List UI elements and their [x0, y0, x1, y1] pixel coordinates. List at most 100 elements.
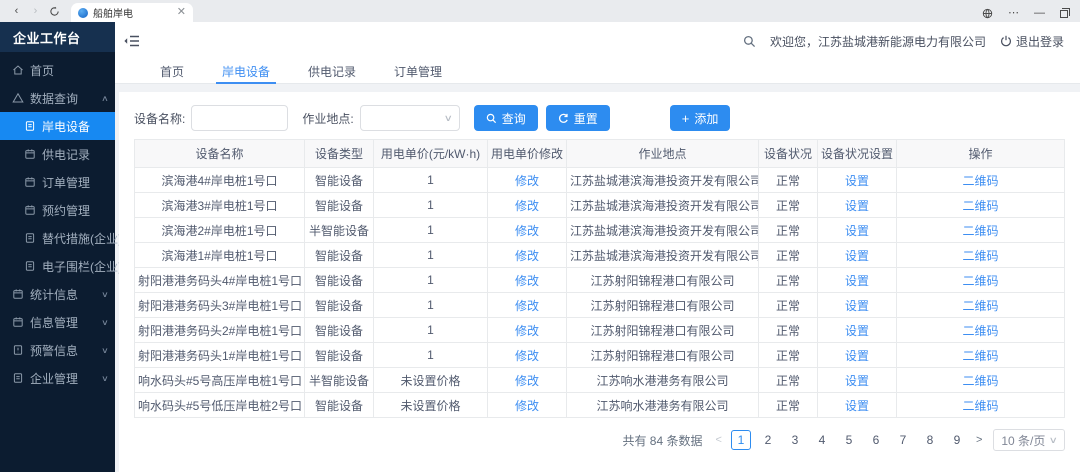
table-row: 滨海港2#岸电桩1号口半智能设备1修改江苏盐城港滨海港投资开发有限公司正常设置二…	[135, 218, 1065, 243]
qrcode-link[interactable]: 二维码	[962, 374, 998, 388]
set-link[interactable]: 设置	[845, 199, 869, 213]
minimize-icon[interactable]: —	[1034, 8, 1045, 19]
globe-icon[interactable]	[982, 8, 993, 19]
cell-price-modify: 修改	[488, 368, 567, 393]
qrcode-link[interactable]: 二维码	[962, 224, 998, 238]
sidebar-subitem-订单管理[interactable]: 订单管理	[0, 168, 115, 196]
sidebar-item-信息管理[interactable]: 信息管理∨	[0, 308, 115, 336]
cell-device-name: 响水码头#5号高压岸电桩1号口	[135, 368, 305, 393]
page-number-1[interactable]: 1	[731, 430, 751, 450]
cell-device-name: 射阳港港务码头3#岸电桩1号口	[135, 293, 305, 318]
sidebar-subitem-岸电设备[interactable]: 岸电设备	[0, 112, 115, 140]
page-number-6[interactable]: 6	[866, 430, 886, 450]
qrcode-link[interactable]: 二维码	[962, 249, 998, 263]
prev-page-icon[interactable]: <	[714, 434, 724, 446]
qrcode-link[interactable]: 二维码	[962, 299, 998, 313]
page-size-select[interactable]: 10 条/页 ∨	[993, 429, 1065, 451]
set-link[interactable]: 设置	[845, 249, 869, 263]
browser-forward-icon[interactable]: ›	[27, 3, 44, 20]
modify-link[interactable]: 修改	[515, 349, 539, 363]
column-header: 作业地点	[567, 140, 759, 168]
sidebar-subitem-预约管理[interactable]: 预约管理	[0, 196, 115, 224]
tab-首页[interactable]: 首页	[150, 60, 194, 83]
modify-link[interactable]: 修改	[515, 399, 539, 413]
cell-status: 正常	[759, 243, 818, 268]
browser-reload-icon[interactable]	[46, 3, 63, 20]
tab-供电记录[interactable]: 供电记录	[298, 60, 366, 83]
sidebar-item-数据查询[interactable]: 数据查询∧	[0, 84, 115, 112]
browser-tab[interactable]: 船舶岸电 ✕	[71, 3, 193, 22]
logout-button[interactable]: 退出登录	[1000, 33, 1064, 50]
set-link[interactable]: 设置	[845, 224, 869, 238]
location-select[interactable]: ∨	[360, 105, 460, 131]
device-table: 设备名称设备类型用电单价(元/kW·h)用电单价修改作业地点设备状况设备状况设置…	[134, 139, 1065, 418]
browser-back-icon[interactable]: ‹	[8, 3, 25, 20]
page-number-2[interactable]: 2	[758, 430, 778, 450]
qrcode-link[interactable]: 二维码	[962, 199, 998, 213]
modify-link[interactable]: 修改	[515, 174, 539, 188]
site-favicon	[78, 8, 88, 18]
chevron-down-icon: ∨	[444, 113, 453, 124]
tab-岸电设备[interactable]: 岸电设备	[212, 60, 280, 83]
cell-status-set: 设置	[818, 343, 897, 368]
sidebar-subitem-label: 预约管理	[42, 202, 90, 219]
sidebar-item-首页[interactable]: 首页	[0, 56, 115, 84]
cell-status-set: 设置	[818, 168, 897, 193]
set-link[interactable]: 设置	[845, 324, 869, 338]
set-link[interactable]: 设置	[845, 299, 869, 313]
modify-link[interactable]: 修改	[515, 274, 539, 288]
cell-device-name: 滨海港1#岸电桩1号口	[135, 243, 305, 268]
cell-device-type: 半智能设备	[305, 218, 374, 243]
sidebar-subitem-替代措施(企业)[interactable]: 替代措施(企业)	[0, 224, 115, 252]
qrcode-link[interactable]: 二维码	[962, 324, 998, 338]
page-number-9[interactable]: 9	[947, 430, 967, 450]
set-link[interactable]: 设置	[845, 399, 869, 413]
sidebar-fold-icon[interactable]	[123, 34, 140, 48]
cell-device-name: 射阳港港务码头4#岸电桩1号口	[135, 268, 305, 293]
add-button[interactable]: + 添加	[670, 105, 731, 131]
modify-link[interactable]: 修改	[515, 224, 539, 238]
cell-price: 1	[374, 168, 488, 193]
modify-link[interactable]: 修改	[515, 199, 539, 213]
home-icon	[12, 64, 24, 76]
top-header: 欢迎您，江苏盐城港新能源电力有限公司 退出登录	[115, 22, 1080, 60]
set-link[interactable]: 设置	[845, 374, 869, 388]
qrcode-link[interactable]: 二维码	[962, 349, 998, 363]
qrcode-link[interactable]: 二维码	[962, 274, 998, 288]
search-icon[interactable]	[743, 35, 756, 48]
modify-link[interactable]: 修改	[515, 299, 539, 313]
plus-icon: +	[682, 112, 690, 125]
cell-price: 未设置价格	[374, 368, 488, 393]
set-link[interactable]: 设置	[845, 349, 869, 363]
sidebar-item-企业管理[interactable]: 企业管理∨	[0, 364, 115, 392]
page-number-4[interactable]: 4	[812, 430, 832, 450]
sidebar-subitem-电子围栏(企业)[interactable]: 电子围栏(企业)	[0, 252, 115, 280]
qrcode-link[interactable]: 二维码	[962, 399, 998, 413]
tab-close-icon[interactable]: ✕	[177, 7, 186, 18]
cell-location: 江苏盐城港滨海港投资开发有限公司	[567, 168, 759, 193]
restore-window-icon[interactable]	[1060, 10, 1068, 18]
more-menu-icon[interactable]: ⋯	[1008, 8, 1019, 19]
cell-device-type: 智能设备	[305, 243, 374, 268]
device-name-input[interactable]	[191, 105, 288, 131]
tab-订单管理[interactable]: 订单管理	[384, 60, 452, 83]
set-link[interactable]: 设置	[845, 174, 869, 188]
reset-button[interactable]: 重置	[546, 105, 610, 131]
modify-link[interactable]: 修改	[515, 249, 539, 263]
page-number-7[interactable]: 7	[893, 430, 913, 450]
sidebar-item-预警信息[interactable]: 预警信息∨	[0, 336, 115, 364]
modify-link[interactable]: 修改	[515, 374, 539, 388]
cell-location: 江苏射阳锦程港口有限公司	[567, 293, 759, 318]
next-page-icon[interactable]: >	[974, 434, 984, 446]
set-link[interactable]: 设置	[845, 274, 869, 288]
sidebar-subitem-供电记录[interactable]: 供电记录	[0, 140, 115, 168]
sidebar-item-统计信息[interactable]: 统计信息∨	[0, 280, 115, 308]
modify-link[interactable]: 修改	[515, 324, 539, 338]
search-button[interactable]: 查询	[474, 105, 538, 131]
cell-actions: 二维码	[897, 318, 1065, 343]
page-number-8[interactable]: 8	[920, 430, 940, 450]
page-number-5[interactable]: 5	[839, 430, 859, 450]
qrcode-link[interactable]: 二维码	[962, 174, 998, 188]
cell-price-modify: 修改	[488, 393, 567, 418]
page-number-3[interactable]: 3	[785, 430, 805, 450]
